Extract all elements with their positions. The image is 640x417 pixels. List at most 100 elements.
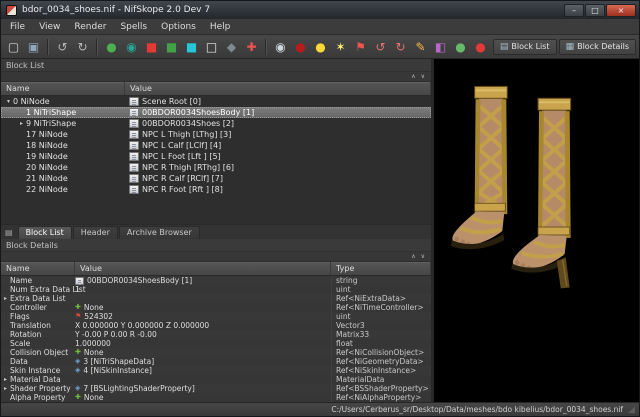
toolbar-button-block-list[interactable]: ▤Block List: [493, 39, 557, 55]
detail-row[interactable]: Data◈3 [NiTriShapeData]Ref<NiGeometryDat…: [1, 357, 431, 366]
axes-icon[interactable]: ✚: [242, 37, 261, 56]
block-list-row[interactable]: ▾0 NiNodeScene Root [0]: [1, 96, 431, 107]
field-value-cell[interactable]: [75, 294, 331, 303]
detail-row[interactable]: ▸Extra Data ListRef<NiExtraData>: [1, 294, 431, 303]
render-viewport[interactable]: [434, 59, 639, 402]
column-header-name[interactable]: Name: [1, 262, 75, 275]
detail-row[interactable]: Collision Object✚NoneRef<NiCollisionObje…: [1, 348, 431, 357]
field-value-cell[interactable]: ✚None: [75, 348, 331, 357]
vertex-select-icon[interactable]: ◉: [122, 37, 141, 56]
block-list-row[interactable]: 22 NiNodeNPC R Foot [Rft ] [8]: [1, 184, 431, 195]
menu-spells[interactable]: Spells: [113, 21, 154, 33]
block-details-panel-header[interactable]: Block Details: [1, 239, 431, 252]
detail-row[interactable]: Skin Instance◈4 [NiSkinInstance]Ref<NiSk…: [1, 366, 431, 375]
tab-archive-browser[interactable]: Archive Browser: [119, 226, 200, 239]
column-header-name[interactable]: Name: [1, 82, 125, 95]
field-value-cell[interactable]: ◈4 [NiSkinInstance]: [75, 366, 331, 375]
field-value-cell[interactable]: ◈3 [NiTriShapeData]: [75, 357, 331, 366]
highlight-icon[interactable]: ●: [311, 37, 330, 56]
statusbar: C:/Users/Cerberus_sr/Desktop/Data/meshes…: [1, 402, 639, 416]
block-value-cell: NPC L Calf [LClf] [4]: [125, 140, 431, 151]
vertex-sphere-icon[interactable]: ●: [102, 37, 121, 56]
undo-icon[interactable]: ↺: [371, 37, 390, 56]
close-button[interactable]: ×: [606, 4, 636, 17]
panel-stack-icon[interactable]: ▤: [5, 228, 13, 237]
load-file-icon[interactable]: ▢: [4, 37, 23, 56]
block-list-row[interactable]: 21 NiNodeNPC R Calf [RClf] [7]: [1, 173, 431, 184]
save-file-icon[interactable]: ▣: [24, 37, 43, 56]
detail-row[interactable]: Controller✚NoneRef<NiTimeController>: [1, 303, 431, 312]
column-header-value[interactable]: Value: [75, 262, 331, 275]
textures-flag-icon[interactable]: ⚑: [351, 37, 370, 56]
block-list-row[interactable]: ▸9 NiTriShape00BDOR0034Shoes [2]: [1, 118, 431, 129]
pin-icon[interactable]: ●: [471, 37, 490, 56]
detail-row[interactable]: Flags⚑524302uint: [1, 312, 431, 321]
block-list-row[interactable]: 20 NiNodeNPC R Thigh [RThg] [6]: [1, 162, 431, 173]
collapse-up-icon[interactable]: ∧: [411, 74, 415, 80]
column-header-type[interactable]: Type: [331, 262, 431, 275]
expand-arrow-icon[interactable]: ▸: [1, 295, 10, 302]
field-value-cell[interactable]: ✚None: [75, 393, 331, 402]
detail-row[interactable]: Alpha Property✚NoneRef<NiAlphaProperty>: [1, 393, 431, 402]
field-value-cell[interactable]: 1.000000: [75, 339, 331, 348]
resize-grip-icon[interactable]: ◢: [628, 405, 635, 415]
detail-row[interactable]: Scale1.000000float: [1, 339, 431, 348]
edit-pencil-icon[interactable]: ✎: [411, 37, 430, 56]
field-value-cell[interactable]: Y -0.00 P 0.00 R -0.00: [75, 330, 331, 339]
block-list-panel-header[interactable]: Block List: [1, 59, 431, 72]
reload-icon[interactable]: ↻: [73, 37, 92, 56]
expand-arrow-icon[interactable]: ▸: [1, 376, 10, 383]
field-value-cell[interactable]: ✚None: [75, 303, 331, 312]
detail-row[interactable]: Name00BDOR0034ShoesBody [1]string: [1, 276, 431, 285]
minimize-button[interactable]: –: [564, 4, 584, 17]
red-cube-icon[interactable]: ■: [142, 37, 161, 56]
collapse-down-icon[interactable]: ∨: [421, 74, 425, 80]
block-list-row[interactable]: 19 NiNodeNPC L Foot [Lft ] [5]: [1, 151, 431, 162]
collapse-down-icon[interactable]: ∨: [421, 254, 425, 260]
expand-arrow-icon[interactable]: ▾: [4, 98, 13, 105]
field-value-cell[interactable]: ⚑524302: [75, 312, 331, 321]
titlebar[interactable]: bdor_0034_shoes.nif - NifSkope 2.0 Dev 7…: [1, 1, 639, 19]
menu-options[interactable]: Options: [154, 21, 203, 33]
maximize-button[interactable]: □: [585, 4, 605, 17]
tab-block-list[interactable]: Block List: [18, 226, 72, 239]
detail-row[interactable]: ▸Material DataMaterialData: [1, 375, 431, 384]
block-list-row[interactable]: 1 NiTriShape00BDOR0034ShoesBody [1]: [1, 107, 431, 118]
field-value-cell[interactable]: ◈7 [BSLightingShaderProperty]: [75, 384, 331, 393]
world-icon[interactable]: ●: [451, 37, 470, 56]
toolbar-button-block-details[interactable]: ▦Block Details: [559, 39, 636, 55]
detail-row[interactable]: TranslationX 0.000000 Y 0.000000 Z 0.000…: [1, 321, 431, 330]
show-nodes-eye-icon[interactable]: ◉: [271, 37, 290, 56]
field-value-cell[interactable]: X 0.000000 Y 0.000000 Z 0.000000: [75, 321, 331, 330]
reset-icon[interactable]: ↺: [53, 37, 72, 56]
block-list-row[interactable]: 17 NiNodeNPC L Thigh [LThg] [3]: [1, 129, 431, 140]
block-list-row[interactable]: 18 NiNodeNPC L Calf [LClf] [4]: [1, 140, 431, 151]
column-header-value[interactable]: Value: [125, 82, 431, 95]
field-value-cell[interactable]: [75, 375, 331, 384]
palette-icon[interactable]: ◧: [431, 37, 450, 56]
block-details-table[interactable]: Name00BDOR0034ShoesBody [1]stringNum Ext…: [1, 276, 431, 402]
block-value-cell: NPC R Calf [RClf] [7]: [125, 173, 431, 184]
cyan-cube-icon[interactable]: ■: [182, 37, 201, 56]
field-value-cell[interactable]: 00BDOR0034ShoesBody [1]: [75, 276, 331, 285]
menu-help[interactable]: Help: [203, 21, 238, 33]
block-list-tree[interactable]: ▾0 NiNodeScene Root [0]1 NiTriShape00BDO…: [1, 96, 431, 224]
detail-row[interactable]: ▸Shader Property◈7 [BSLightingShaderProp…: [1, 384, 431, 393]
green-cube-icon[interactable]: ■: [162, 37, 181, 56]
tab-header[interactable]: Header: [73, 226, 118, 239]
menu-file[interactable]: File: [3, 21, 32, 33]
collapse-up-icon[interactable]: ∧: [411, 254, 415, 260]
lighting-bulb-icon[interactable]: ✶: [331, 37, 350, 56]
expand-arrow-icon[interactable]: ▸: [17, 120, 26, 127]
expand-arrow-icon[interactable]: ▸: [1, 385, 10, 392]
redo-icon[interactable]: ↻: [391, 37, 410, 56]
field-value: 4 [NiSkinInstance]: [83, 366, 152, 375]
wire-cube-icon[interactable]: □: [202, 37, 221, 56]
menu-render[interactable]: Render: [67, 21, 113, 33]
menu-view[interactable]: View: [32, 21, 67, 33]
detail-row[interactable]: Num Extra Data List1uint: [1, 285, 431, 294]
camera-icon[interactable]: ●: [291, 37, 310, 56]
prism-icon[interactable]: ◆: [222, 37, 241, 56]
field-value-cell[interactable]: 1: [75, 285, 331, 294]
detail-row[interactable]: RotationY -0.00 P 0.00 R -0.00Matrix33: [1, 330, 431, 339]
